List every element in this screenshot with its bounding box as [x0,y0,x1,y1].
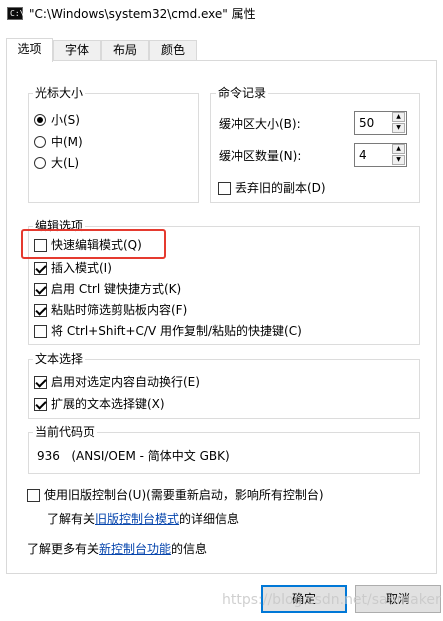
filter-clipboard-checkbox[interactable] [34,304,47,317]
text-selection-title: 文本选择 [33,352,86,366]
tab-font[interactable]: 字体 [53,40,101,60]
quick-edit-highlight-box [21,229,166,259]
buffer-count-down-arrow-icon[interactable]: ▼ [392,155,405,165]
legacy-console-checkbox[interactable] [27,489,40,502]
more-info-suffix: 的信息 [171,542,208,556]
discard-old-checkbox[interactable] [218,182,231,195]
extended-keys-checkbox[interactable] [34,398,47,411]
buffer-size-down-arrow-icon[interactable]: ▼ [392,123,405,133]
legacy-console-label[interactable]: 使用旧版控制台(U)(需要重新启动，影响所有控制台) [44,488,324,502]
more-info-prefix: 了解更多有关 [27,542,100,556]
tab-options-label: 选项 [17,42,42,56]
ctrl-shortcuts-checkbox[interactable] [34,283,47,296]
cursor-small-radio[interactable] [34,114,46,126]
window-title: "C:\Windows\system32\cmd.exe" 属性 [29,7,256,21]
cursor-small-label[interactable]: 小(S) [51,113,80,127]
cursor-large-label[interactable]: 大(L) [51,156,79,170]
buffer-count-up-arrow-icon[interactable]: ▲ [392,144,405,154]
buffer-count-spinbox[interactable]: 4 ▲ ▼ [354,143,407,167]
legacy-info-suffix: 的详细信息 [179,512,240,526]
cursor-medium-radio[interactable] [34,136,46,148]
legacy-info-text: 了解有关旧版控制台模式的详细信息 [47,512,239,526]
insert-mode-checkbox[interactable] [34,262,47,275]
tab-colors[interactable]: 颜色 [149,40,197,60]
tab-layout[interactable]: 布局 [101,40,149,60]
buffer-size-spinbox[interactable]: 50 ▲ ▼ [354,111,407,135]
tab-options[interactable]: 选项 [6,38,53,62]
buffer-size-up-arrow-icon[interactable]: ▲ [392,112,405,122]
buffer-count-label: 缓冲区数量(N): [219,149,302,163]
cmd-app-icon: C:\ [7,7,24,20]
tab-colors-label: 颜色 [160,43,185,57]
tab-layout-label: 布局 [112,43,137,57]
buffer-count-value[interactable]: 4 [359,148,367,162]
wrap-selection-checkbox[interactable] [34,376,47,389]
command-history-title: 命令记录 [216,86,269,100]
code-page-value: 936 (ANSI/OEM - 简体中文 GBK) [37,449,230,463]
discard-old-label[interactable]: 丢弃旧的副本(D) [235,181,326,195]
tab-font-label: 字体 [64,43,89,57]
cursor-large-radio[interactable] [34,157,46,169]
legacy-info-prefix: 了解有关 [47,512,96,526]
insert-mode-label[interactable]: 插入模式(I) [51,261,112,275]
legacy-mode-link[interactable]: 旧版控制台模式 [95,512,179,526]
watermark-text: https://blog.csdn.net/sanmaker [222,592,441,608]
buffer-size-value[interactable]: 50 [359,116,374,130]
buffer-size-label: 缓冲区大小(B): [219,117,301,131]
cursor-size-title: 光标大小 [33,86,86,100]
wrap-selection-label[interactable]: 启用对选定内容自动换行(E) [51,375,200,389]
ctrl-shortcuts-label[interactable]: 启用 Ctrl 键快捷方式(K) [51,282,181,296]
code-page-title: 当前代码页 [33,425,98,439]
cursor-medium-label[interactable]: 中(M) [51,135,83,149]
ctrl-shift-cv-label[interactable]: 将 Ctrl+Shift+C/V 用作复制/粘贴的快捷键(C) [51,324,302,338]
ctrl-shift-cv-checkbox[interactable] [34,325,47,338]
more-info-text: 了解更多有关新控制台功能的信息 [27,542,207,556]
extended-keys-label[interactable]: 扩展的文本选择键(X) [51,397,165,411]
new-console-features-link[interactable]: 新控制台功能 [99,542,171,556]
filter-clipboard-label[interactable]: 粘贴时筛选剪贴板内容(F) [51,303,187,317]
